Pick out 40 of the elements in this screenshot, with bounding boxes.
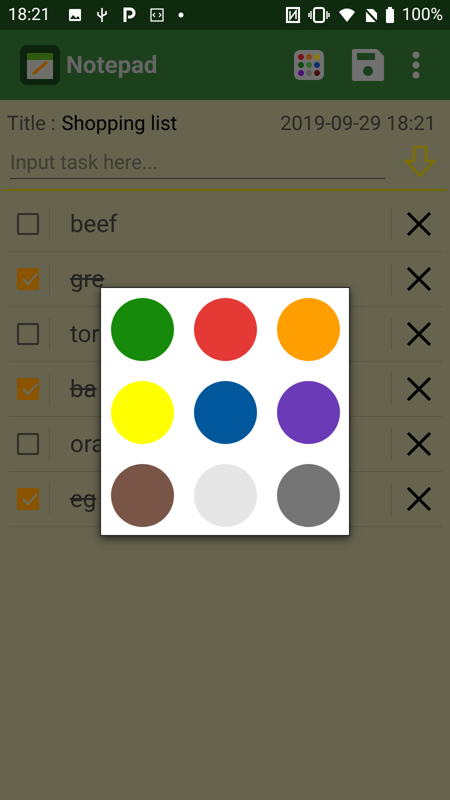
checkbox[interactable]: [17, 433, 39, 455]
note-date: 2019-09-29 18:21: [280, 111, 436, 135]
task-text: beef: [70, 210, 118, 238]
battery-level: 100%: [402, 5, 443, 25]
check-icon: [22, 493, 38, 505]
image-icon: [68, 8, 82, 22]
battery-icon: [386, 7, 394, 23]
no-sim-icon: [364, 7, 378, 23]
close-icon[interactable]: [406, 266, 432, 292]
checkbox[interactable]: [17, 268, 39, 290]
notepad-icon: [20, 45, 60, 85]
app-title: Notepad: [66, 51, 158, 79]
close-icon[interactable]: [406, 431, 432, 457]
title-label: Title :: [7, 111, 56, 135]
save-icon[interactable]: [352, 49, 384, 81]
checkbox[interactable]: [17, 488, 39, 510]
palette-icon[interactable]: [294, 50, 324, 80]
task-text: ba: [70, 375, 97, 403]
code-icon: [150, 8, 164, 22]
checkbox[interactable]: [17, 378, 39, 400]
wifi-icon: [338, 7, 356, 23]
close-icon[interactable]: [406, 211, 432, 237]
check-icon: [22, 383, 38, 395]
close-icon[interactable]: [406, 321, 432, 347]
check-icon: [22, 273, 38, 285]
checkbox[interactable]: [17, 323, 39, 345]
nfc-icon: [286, 7, 300, 23]
task-text: eg: [70, 485, 96, 513]
dot-icon: [178, 12, 184, 18]
vibrate-icon: [308, 7, 330, 23]
parking-icon: [122, 7, 136, 23]
task-text: tor: [70, 320, 100, 348]
close-icon[interactable]: [406, 486, 432, 512]
usb-icon: [96, 7, 108, 23]
status-time: 18:21: [8, 5, 50, 25]
task-text: gre: [70, 265, 104, 293]
note-title: Shopping list: [62, 111, 178, 135]
menu-icon[interactable]: [412, 51, 420, 79]
close-icon[interactable]: [406, 376, 432, 402]
checkbox[interactable]: [17, 213, 39, 235]
